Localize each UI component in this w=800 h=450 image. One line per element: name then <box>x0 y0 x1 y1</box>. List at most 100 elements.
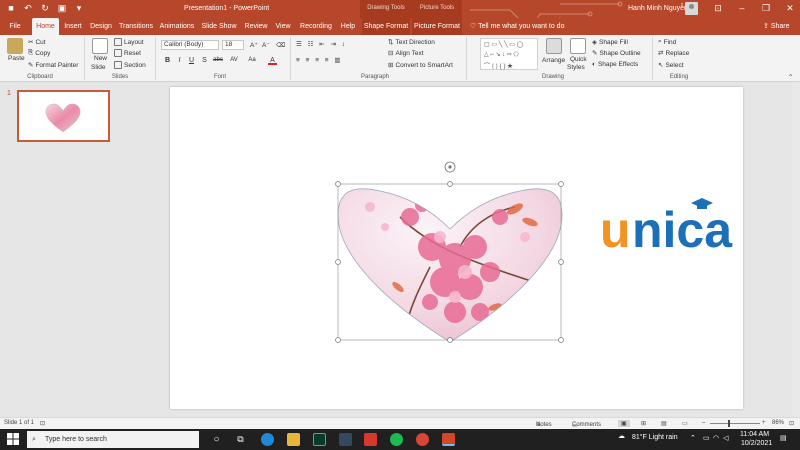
clock-date[interactable]: 10/2/2021 <box>741 440 772 447</box>
clear-formatting-icon[interactable]: ⌫ <box>276 41 285 49</box>
normal-view-icon[interactable]: ▣ <box>618 420 630 427</box>
start-from-beginning-icon[interactable]: ▣ <box>57 3 67 14</box>
tab-slide-show[interactable]: Slide Show <box>200 18 238 35</box>
powerpoint-taskbar-icon[interactable] <box>442 433 455 446</box>
undo-icon[interactable]: ↶ <box>23 3 33 14</box>
cut-button[interactable]: ✂ Cut <box>28 38 46 47</box>
network-icon[interactable]: ◠ <box>713 434 719 442</box>
zoom-level[interactable]: 86% <box>772 420 784 426</box>
close-icon[interactable]: ✕ <box>783 3 797 14</box>
zoom-slider[interactable] <box>710 423 760 424</box>
avatar[interactable] <box>685 2 698 15</box>
tab-review[interactable]: Review <box>242 18 270 35</box>
customize-qat-icon[interactable]: ▾ <box>74 3 84 14</box>
zoom-thumb[interactable] <box>728 420 730 427</box>
redo-icon[interactable]: ↻ <box>40 3 50 14</box>
find-button[interactable]: ⌕ Find <box>658 38 676 46</box>
zoom-out-icon[interactable]: – <box>702 420 705 426</box>
weather-text[interactable]: 81°F Light rain <box>632 434 678 441</box>
tab-shape-format[interactable]: Shape Format <box>362 18 410 35</box>
tell-me-box[interactable]: ♡ Tell me what you want to do <box>470 18 564 35</box>
new-slide-icon[interactable] <box>92 38 108 54</box>
video-editor-icon[interactable] <box>339 433 352 446</box>
quick-styles-icon[interactable] <box>570 38 586 54</box>
task-view-icon[interactable]: ⧉ <box>234 433 247 446</box>
underline-button[interactable]: U <box>187 56 196 65</box>
taskbar-search-box[interactable]: ⌕ Type here to search <box>27 431 199 448</box>
select-button[interactable]: ↖ Select <box>658 61 684 70</box>
shape-effects-button[interactable]: ◐ Shape Effects <box>592 61 638 68</box>
file-explorer-icon[interactable] <box>287 433 300 446</box>
character-spacing-button[interactable]: AV <box>228 56 240 65</box>
increase-font-icon[interactable]: A⁺ <box>250 41 258 49</box>
minimize-icon[interactable]: – <box>735 3 749 13</box>
clock-time[interactable]: 11:04 AM <box>740 431 769 438</box>
slide-canvas[interactable]: u nica <box>170 87 743 409</box>
copy-button[interactable]: ⎘ Copy <box>28 49 50 57</box>
tab-help[interactable]: Help <box>337 18 359 35</box>
spotify-icon[interactable] <box>390 433 403 446</box>
quick-styles-label[interactable]: Quick <box>570 56 587 63</box>
save-icon[interactable]: ■ <box>6 3 16 14</box>
accessibility-icon[interactable]: ⊡ <box>40 420 45 427</box>
bullets-icon[interactable]: ☰ ☷ ⇤ ⇥ ↕ <box>296 40 347 48</box>
new-slide-label[interactable]: New <box>94 55 107 62</box>
tab-insert[interactable]: Insert <box>61 18 85 35</box>
shapes-gallery[interactable]: ▢ ▭ ╲ ╲ ▭ ◯ △ ⌐ ↘ ↓ ⇨ ⬠ ⌒ ⟨ ⟩ { } ★ <box>480 38 538 70</box>
tab-picture-format[interactable]: Picture Format <box>412 18 462 35</box>
chrome-icon[interactable] <box>416 433 429 446</box>
reading-view-icon[interactable]: ▤ <box>661 420 667 427</box>
slideshow-icon[interactable]: ▭ <box>682 420 688 427</box>
tab-recording[interactable]: Recording <box>297 18 335 35</box>
collapse-ribbon-icon[interactable]: ⌃ <box>788 73 793 81</box>
reset-button[interactable]: Reset <box>114 49 141 57</box>
show-hidden-icons[interactable]: ⌃ <box>690 434 696 442</box>
shape-fill-button[interactable]: ◈ Shape Fill <box>592 38 628 47</box>
section-button[interactable]: Section <box>114 61 146 69</box>
tab-animations[interactable]: Animations <box>158 18 196 35</box>
decrease-font-icon[interactable]: A⁻ <box>262 41 270 49</box>
restore-icon[interactable]: ❐ <box>759 3 773 14</box>
weather-icon[interactable]: ☁ <box>618 432 625 440</box>
volume-icon[interactable]: ◁ <box>723 434 728 442</box>
slide-thumbnail[interactable] <box>17 90 110 142</box>
tab-file[interactable]: File <box>4 18 26 35</box>
convert-smartart-button[interactable]: ⊞ Convert to SmartArt <box>388 61 453 70</box>
battery-icon[interactable]: ▭ <box>703 434 710 442</box>
align-text-button[interactable]: ⊟ Align Text <box>388 49 424 58</box>
user-name[interactable]: Hanh Minh Nguyễn <box>628 5 688 12</box>
edge-icon[interactable] <box>261 433 274 446</box>
replace-button[interactable]: ⇄ Replace <box>658 49 689 58</box>
text-direction-button[interactable]: ⇅ Text Direction <box>388 38 435 47</box>
audition-icon[interactable] <box>313 433 326 446</box>
italic-button[interactable]: I <box>175 56 184 65</box>
font-color-button[interactable]: A <box>268 56 277 65</box>
zoom-in-icon[interactable]: + <box>762 420 766 426</box>
notification-icon[interactable]: ▤ <box>780 434 787 442</box>
layout-button[interactable]: Layout <box>114 38 144 46</box>
fit-to-window-icon[interactable]: ⊡ <box>789 420 794 427</box>
ribbon-display-options-icon[interactable]: ⊡ <box>711 3 725 14</box>
text-shadow-button[interactable]: S <box>200 56 209 65</box>
paste-icon[interactable] <box>7 38 23 54</box>
vertical-scrollbar[interactable] <box>792 82 800 417</box>
wps-office-icon[interactable] <box>364 433 377 446</box>
alignment-icons[interactable]: ≡ ≡ ≡ ≡ ▥ <box>296 56 343 64</box>
shape-outline-button[interactable]: ✎ Shape Outline <box>592 49 641 58</box>
quick-styles-label-2[interactable]: Styles <box>567 64 585 71</box>
bold-button[interactable]: B <box>163 56 172 65</box>
font-name-combo[interactable]: Calibri (Body) <box>161 40 219 50</box>
strikethrough-button[interactable]: abc <box>212 56 224 65</box>
slide-sorter-icon[interactable]: ⊞ <box>641 420 646 427</box>
font-size-combo[interactable]: 18 <box>222 40 244 50</box>
change-case-button[interactable]: Aa <box>246 56 258 65</box>
tab-transitions[interactable]: Transitions <box>117 18 155 35</box>
share-button[interactable]: ⇪ Share <box>763 18 790 35</box>
arrange-button[interactable]: Arrange <box>542 57 565 64</box>
tab-design[interactable]: Design <box>88 18 114 35</box>
rotate-handle-icon[interactable] <box>444 161 456 173</box>
cortana-icon[interactable]: ○ <box>210 433 223 446</box>
paste-button[interactable]: Paste <box>8 55 25 62</box>
arrange-icon[interactable] <box>546 38 562 54</box>
heart-picture[interactable] <box>330 182 570 347</box>
